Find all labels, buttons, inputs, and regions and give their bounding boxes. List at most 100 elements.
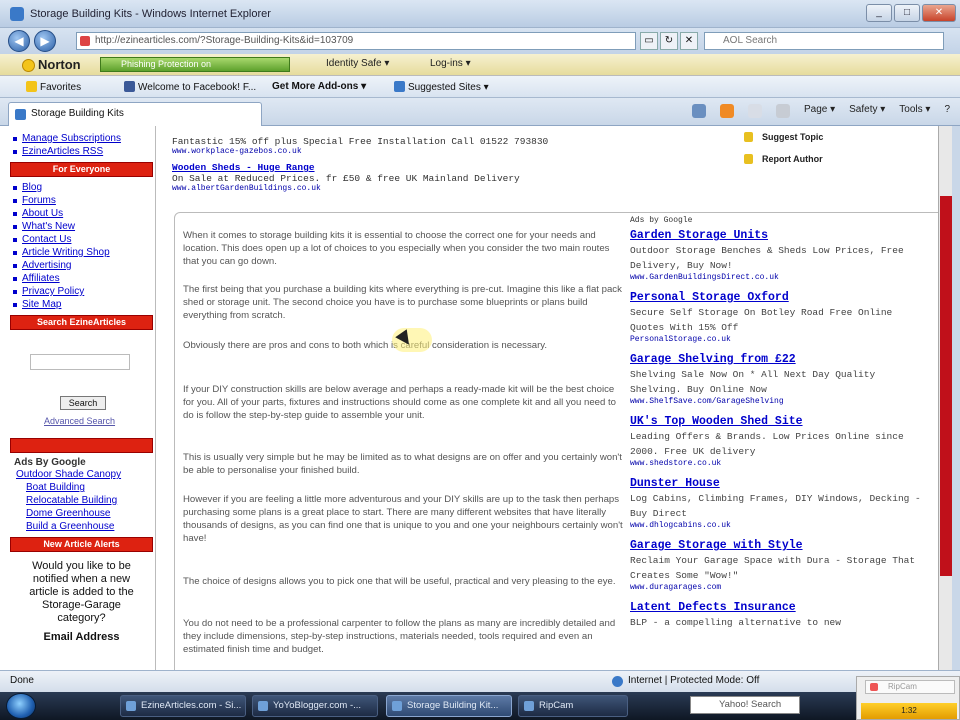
taskbar-item[interactable]: YoYoBlogger.com -... — [252, 695, 378, 717]
top-ad-1-url[interactable]: www.workplace-gazebos.co.uk — [172, 147, 632, 156]
right-ad-title[interactable]: Personal Storage Oxford — [630, 290, 930, 305]
link-about-us[interactable]: About Us — [8, 207, 155, 220]
top-ads: Fantastic 15% off plus Special Free Inst… — [172, 126, 632, 193]
left-sidebar: Manage Subscriptions EzineArticles RSS F… — [8, 126, 156, 670]
right-ad-title[interactable]: UK's Top Wooden Shed Site — [630, 414, 930, 429]
address-url: http://ezinearticles.com/?Storage-Buildi… — [95, 35, 354, 46]
favorites-bar: Favorites Welcome to Facebook! F... Get … — [0, 76, 960, 98]
link-whats-new[interactable]: What's New — [8, 220, 155, 233]
tab-storage-building-kits[interactable]: Storage Building Kits — [8, 102, 262, 126]
link-rss[interactable]: EzineArticles RSS — [8, 145, 155, 158]
window-title: Storage Building Kits - Windows Internet… — [30, 8, 271, 20]
right-ad-title[interactable]: Garden Storage Units — [630, 228, 930, 243]
sidebar-search: Search Advanced Search — [8, 334, 155, 434]
right-ad-url[interactable]: www.dhlogcabins.co.uk — [630, 521, 930, 530]
print-icon[interactable] — [775, 104, 790, 118]
refresh-icon[interactable]: ↻ — [660, 32, 678, 50]
link-contact-us[interactable]: Contact Us — [8, 233, 155, 246]
right-ad-url[interactable]: www.duragarages.com — [630, 583, 930, 592]
article-paragraph: The choice of designs allows you to pick… — [183, 576, 616, 587]
sidebar-ads: Outdoor Shade Canopy Boat Building Reloc… — [8, 468, 155, 533]
tray-popup[interactable]: RipCam — [865, 680, 955, 694]
norton-toolbar: Norton Phishing Protection on Identity S… — [0, 54, 960, 76]
link-blog[interactable]: Blog — [8, 181, 155, 194]
report-author-link[interactable]: Report Author — [742, 154, 823, 164]
link-article-writing-shop[interactable]: Article Writing Shop — [8, 246, 155, 259]
tools-menu[interactable]: Tools ▾ — [899, 104, 930, 118]
search-input[interactable]: AOL Search — [704, 32, 944, 50]
favorites-button[interactable]: Favorites — [26, 81, 81, 93]
ads-divider — [10, 438, 153, 453]
right-ad-title[interactable]: Dunster House — [630, 476, 930, 491]
advanced-search-link[interactable]: Advanced Search — [44, 416, 115, 426]
right-ad-title[interactable]: Latent Defects Insurance — [630, 600, 930, 615]
link-affiliates[interactable]: Affiliates — [8, 272, 155, 285]
ad-dome-greenhouse[interactable]: Dome Greenhouse — [8, 507, 155, 520]
read-mail-icon[interactable] — [747, 104, 762, 118]
ad-boat-building[interactable]: Boat Building — [8, 481, 155, 494]
top-ad-2-url[interactable]: www.albertGardenBuildings.co.uk — [172, 184, 632, 193]
article-paragraph: However if you are feeling a little more… — [183, 494, 623, 544]
article-paragraph: When it comes to storage building kits i… — [183, 230, 610, 267]
home-icon[interactable] — [691, 104, 706, 118]
ad-build-a-greenhouse[interactable]: Build a Greenhouse — [8, 520, 155, 533]
back-button[interactable]: ◀ — [8, 30, 30, 52]
sidebar-search-input[interactable] — [30, 354, 130, 370]
link-forums[interactable]: Forums — [8, 194, 155, 207]
close-button[interactable]: ✕ — [922, 4, 956, 22]
for-everyone-links: Blog Forums About Us What's New Contact … — [8, 181, 155, 311]
vertical-scrollbar[interactable] — [938, 126, 952, 670]
right-ad-url[interactable]: PersonalStorage.co.uk — [630, 335, 930, 344]
ad-relocatable-building[interactable]: Relocatable Building — [8, 494, 155, 507]
identity-safe-menu[interactable]: Identity Safe ▾ — [326, 58, 389, 69]
feeds-icon[interactable] — [719, 104, 734, 118]
stop-icon[interactable]: ✕ — [680, 32, 698, 50]
norton-logo: Norton — [22, 57, 81, 72]
link-advertising[interactable]: Advertising — [8, 259, 155, 272]
scrollbar-thumb[interactable] — [940, 196, 952, 576]
top-ad-1-text: Fantastic 15% off plus Special Free Inst… — [172, 136, 549, 147]
minimize-button[interactable]: _ — [866, 4, 892, 22]
compat-view-icon[interactable]: ▭ — [640, 32, 658, 50]
taskbar-item-active[interactable]: Storage Building Kit... — [386, 695, 512, 717]
ads-by-google-header: Ads By Google — [14, 457, 86, 468]
page-menu[interactable]: Page ▾ — [804, 104, 835, 118]
link-manage-subscriptions[interactable]: Manage Subscriptions — [8, 132, 155, 145]
favorite-facebook[interactable]: Welcome to Facebook! F... — [124, 81, 256, 93]
suggested-sites[interactable]: Suggested Sites ▾ — [394, 81, 489, 93]
safety-menu[interactable]: Safety ▾ — [849, 104, 885, 118]
right-ad-url[interactable]: www.shedstore.co.uk — [630, 459, 930, 468]
right-ad-desc: Reclaim Your Garage Space with Dura - St… — [630, 555, 916, 581]
right-ad-title[interactable]: Garage Shelving from £22 — [630, 352, 930, 367]
right-ad-title[interactable]: Garage Storage with Style — [630, 538, 930, 553]
forward-button[interactable]: ▶ — [34, 30, 56, 52]
maximize-button[interactable]: □ — [894, 4, 920, 22]
star-icon — [26, 81, 37, 92]
title-bar: Storage Building Kits - Windows Internet… — [0, 0, 960, 28]
address-bar[interactable]: http://ezinearticles.com/?Storage-Buildi… — [76, 32, 636, 50]
phishing-protection-status[interactable]: Phishing Protection on — [100, 57, 290, 72]
article-paragraph: The first being that you purchase a buil… — [183, 284, 622, 321]
right-ad: Garage Shelving from £22 Shelving Sale No… — [630, 352, 930, 406]
ad-outdoor-shade-canopy[interactable]: Outdoor Shade Canopy — [8, 468, 155, 481]
taskbar-item[interactable]: EzineArticles.com - Si... — [120, 695, 246, 717]
get-more-addons[interactable]: Get More Add-ons ▾ — [272, 81, 366, 92]
right-ad-desc: Secure Self Storage On Botley Road Free … — [630, 307, 893, 333]
top-ad-2-title[interactable]: Wooden Sheds - Huge Range — [172, 162, 632, 173]
link-site-map[interactable]: Site Map — [8, 298, 155, 311]
start-button[interactable] — [6, 693, 36, 719]
taskbar-search-input[interactable]: Yahoo! Search — [690, 696, 800, 714]
help-button[interactable]: ? — [944, 104, 950, 118]
window-controls: _ □ ✕ — [866, 4, 956, 22]
ie-icon — [10, 7, 24, 21]
status-text: Done — [10, 675, 34, 686]
suggest-topic-link[interactable]: Suggest Topic — [742, 132, 823, 142]
link-privacy-policy[interactable]: Privacy Policy — [8, 285, 155, 298]
sidebar-search-button[interactable]: Search — [60, 396, 106, 410]
logins-menu[interactable]: Log-ins ▾ — [430, 58, 471, 69]
article-alerts-header: New Article Alerts — [10, 537, 153, 552]
taskbar-item[interactable]: RipCam — [518, 695, 628, 717]
clock[interactable]: 1:32 — [861, 703, 957, 719]
right-ad-url[interactable]: www.ShelfSave.com/GarageShelving — [630, 397, 930, 406]
right-ad-url[interactable]: www.GardenBuildingsDirect.co.uk — [630, 273, 930, 282]
